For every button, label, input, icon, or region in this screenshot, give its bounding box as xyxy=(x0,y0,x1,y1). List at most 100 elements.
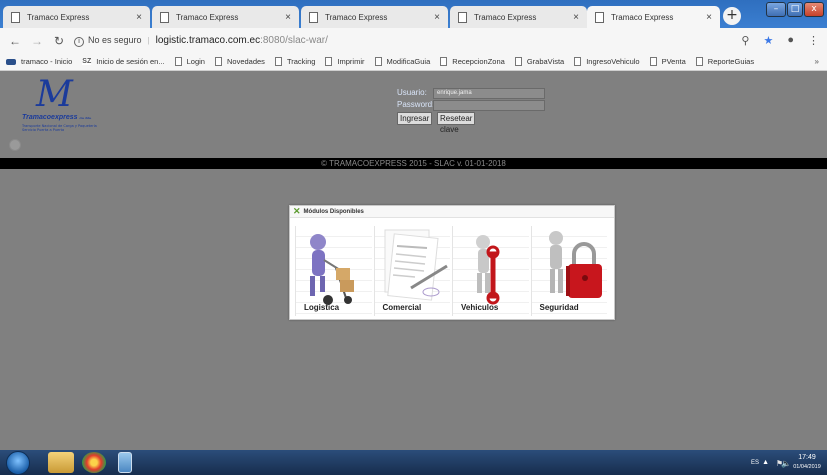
password-input[interactable] xyxy=(433,100,545,111)
browser-tab[interactable]: Tramaco Express × xyxy=(450,6,587,28)
page-content: M Tramacoexpress cia. ltda. Transporte N… xyxy=(0,72,827,450)
page-icon xyxy=(160,11,169,23)
minimize-button[interactable]: – xyxy=(766,2,786,17)
bookmark-label: IngresoVehiculo xyxy=(586,57,640,66)
logo-tagline: Transporte Nacional de Carga y Paqueterí… xyxy=(22,124,97,132)
bookmark-label: tramaco - Inicio xyxy=(21,57,73,66)
tramaco-icon xyxy=(6,58,16,65)
close-tab-icon[interactable]: × xyxy=(285,12,291,23)
page-icon xyxy=(374,57,382,66)
module-logistica[interactable]: Logistica xyxy=(295,226,372,316)
module-label: Seguridad xyxy=(539,303,579,312)
user-label: Usuario: xyxy=(397,88,427,97)
settings-gear-icon[interactable] xyxy=(9,139,21,151)
info-icon: i xyxy=(74,36,84,47)
bookmark-item[interactable]: Tracking xyxy=(274,57,315,66)
bookmark-label: RecepcionZona xyxy=(452,57,505,66)
address-url[interactable]: logistic.tramaco.com.ec:8080/slac-war/ xyxy=(156,35,328,46)
page-icon xyxy=(514,57,522,66)
page-icon xyxy=(595,11,604,23)
bookmark-label: Inicio de sesión en... xyxy=(96,57,165,66)
new-tab-button[interactable]: + xyxy=(723,7,741,25)
copyright-band: © TRAMACOEXPRESS 2015 - SLAC v. 01-01-20… xyxy=(0,158,827,169)
chrome-icon[interactable] xyxy=(82,452,106,473)
calculator-icon[interactable] xyxy=(118,452,132,473)
tab-label: Tramaco Express xyxy=(611,12,674,22)
user-input[interactable]: enrique.jama xyxy=(433,88,545,99)
bookmarks-bar: tramaco - Inicio SZ Inicio de sesión en..… xyxy=(0,53,827,71)
bookmark-label: ModificaGuia xyxy=(386,57,431,66)
page-icon xyxy=(695,57,703,66)
browser-tab-active[interactable]: Tramaco Express × xyxy=(587,6,720,28)
clock-time[interactable]: 17:49 xyxy=(793,454,821,461)
module-seguridad[interactable]: Seguridad xyxy=(530,226,607,316)
login-button[interactable]: Ingresar xyxy=(397,112,433,125)
close-tab-icon[interactable]: × xyxy=(136,12,142,23)
tab-label: Tramaco Express xyxy=(325,12,388,22)
page-icon xyxy=(574,57,582,66)
page-icon xyxy=(174,57,182,66)
module-label: Comercial xyxy=(382,303,422,312)
modules-grid: Logistica Comercial Vehiculos Seguridad xyxy=(295,226,609,316)
module-comercial[interactable]: Comercial xyxy=(373,226,450,316)
windows-taskbar: ES ▲ ⚑ 🔈 17:49 01/04/2019 xyxy=(0,450,827,475)
bookmark-star-icon[interactable]: ★ xyxy=(763,34,773,47)
bookmark-label: Imprimir xyxy=(337,57,365,66)
file-explorer-icon[interactable] xyxy=(48,452,74,473)
bookmarks-overflow-button[interactable]: » xyxy=(815,57,819,66)
address-separator: | xyxy=(147,36,150,45)
volume-icon[interactable]: 🔈 xyxy=(781,459,791,468)
close-window-button[interactable]: x xyxy=(804,2,824,17)
page-icon xyxy=(11,11,20,23)
page-icon xyxy=(649,57,657,66)
page-icon xyxy=(440,57,448,66)
page-icon xyxy=(274,57,282,66)
copyright-text: © TRAMACOEXPRESS 2015 - SLAC v. 01-01-20… xyxy=(321,159,506,168)
browser-tab[interactable]: Tramaco Express × xyxy=(152,6,299,28)
clock-date[interactable]: 01/04/2019 xyxy=(793,464,821,470)
close-tab-icon[interactable]: × xyxy=(706,12,712,23)
bookmark-item[interactable]: SZ Inicio de sesión en... xyxy=(82,57,165,66)
maximize-button[interactable]: □ xyxy=(787,2,803,17)
bookmark-label: Login xyxy=(186,57,205,66)
tab-label: Tramaco Express xyxy=(27,12,90,22)
module-vehiculos[interactable]: Vehiculos xyxy=(452,226,529,316)
bookmark-label: Novedades xyxy=(226,57,265,66)
module-label: Vehiculos xyxy=(461,303,499,312)
bookmark-item[interactable]: Login xyxy=(174,57,205,66)
url-host: logistic.tramaco.com.ec xyxy=(155,35,261,46)
close-modules-icon[interactable]: ✕ xyxy=(293,206,301,217)
profile-icon[interactable]: ● xyxy=(787,34,794,47)
reload-icon[interactable]: ↻ xyxy=(48,34,70,48)
page-icon xyxy=(458,11,467,23)
browser-tab[interactable]: Tramaco Express × xyxy=(301,6,448,28)
close-tab-icon[interactable]: × xyxy=(573,12,579,23)
tray-expand-icon[interactable]: ▲ xyxy=(762,459,769,466)
language-indicator[interactable]: ES xyxy=(751,460,759,466)
bookmark-item[interactable]: PVenta xyxy=(649,57,686,66)
bookmark-item[interactable]: tramaco - Inicio xyxy=(6,57,72,66)
page-icon xyxy=(309,11,318,23)
bookmark-item[interactable]: GrabaVista xyxy=(514,57,564,66)
zoom-icon[interactable]: ⚲ xyxy=(741,34,749,47)
security-text: No es seguro xyxy=(88,34,142,45)
close-tab-icon[interactable]: × xyxy=(434,12,440,23)
page-icon xyxy=(325,57,333,66)
reset-password-button[interactable]: Resetear clave xyxy=(437,112,476,134)
password-label: Password: xyxy=(397,100,435,109)
menu-dots-icon[interactable]: ⋮ xyxy=(808,34,819,47)
start-button-icon[interactable] xyxy=(6,451,30,475)
security-indicator[interactable]: i No es seguro xyxy=(74,35,142,47)
brand-text: Tramacoexpress xyxy=(22,114,78,121)
bookmark-item[interactable]: Novedades xyxy=(214,57,265,66)
bookmark-item[interactable]: ModificaGuia xyxy=(374,57,431,66)
bookmark-item[interactable]: RecepcionZona xyxy=(440,57,505,66)
bookmark-item[interactable]: Imprimir xyxy=(325,57,365,66)
brand-suffix: cia. ltda. xyxy=(79,116,92,120)
bookmark-item[interactable]: ReporteGuias xyxy=(695,57,754,66)
browser-tab[interactable]: Tramaco Express × xyxy=(3,6,150,28)
logo-brand: Tramacoexpress cia. ltda. xyxy=(22,114,102,121)
back-arrow-icon[interactable]: ← xyxy=(4,34,26,48)
bookmark-item[interactable]: IngresoVehiculo xyxy=(574,57,640,66)
forward-arrow-icon[interactable]: → xyxy=(26,34,48,48)
